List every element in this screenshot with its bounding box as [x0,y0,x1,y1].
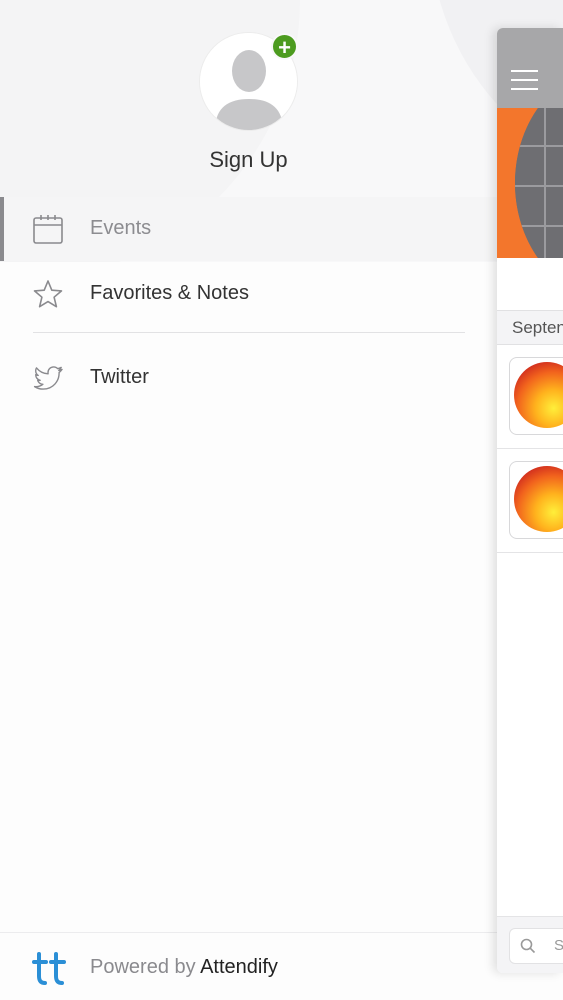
menu-item-favorites-notes[interactable]: Favorites & Notes [0,262,497,326]
search-placeholder: S [554,937,563,954]
star-icon [33,280,63,308]
event-logo-image [514,362,563,428]
list-item[interactable] [497,345,563,449]
menu-item-twitter[interactable]: Twitter [0,346,497,410]
add-photo-badge[interactable]: + [271,33,298,60]
brand-name: Attendify [200,956,278,978]
event-thumbnail [509,357,563,435]
date-section-header: Septen [497,310,563,345]
menu-item-label: Favorites & Notes [90,282,249,304]
menu-divider [33,332,465,333]
app-header [497,28,563,108]
section-header-text: Septen [512,318,563,337]
footer-divider [0,932,497,933]
calendar-icon [33,215,63,244]
event-logo-image [514,466,563,532]
menu-item-events[interactable]: Events [0,197,497,261]
hamburger-icon[interactable] [511,70,538,92]
sign-up-link[interactable]: Sign Up [0,147,497,173]
attendify-logo-icon[interactable] [32,950,68,986]
event-thumbnail [509,461,563,539]
menu-item-label: Events [90,217,152,239]
search-bar: S [497,916,563,973]
event-banner [497,108,563,258]
search-icon [520,938,536,954]
powered-by-label[interactable]: Powered by Attendify [90,956,278,979]
search-input[interactable]: S [509,928,563,964]
main-content-panel[interactable]: Septen S [497,28,563,973]
active-indicator [0,197,4,261]
list-item[interactable] [497,449,563,553]
powered-by-text: Powered by [90,956,196,978]
menu-item-label: Twitter [90,366,149,388]
twitter-icon [33,366,63,390]
